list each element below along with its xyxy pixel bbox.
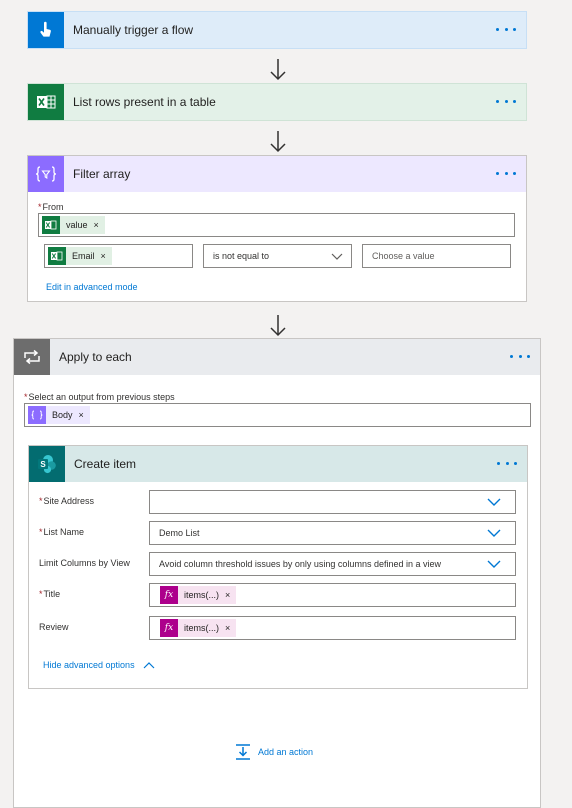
review-label: Review: [39, 622, 69, 632]
list-name-dropdown[interactable]: Demo List: [149, 521, 516, 545]
connector-arrow: [270, 131, 286, 153]
svg-text:S: S: [40, 460, 46, 469]
loop-icon: [14, 339, 50, 375]
connector-arrow: [270, 59, 286, 81]
filter-array-title: Filter array: [73, 167, 131, 181]
excel-icon: [28, 84, 64, 120]
chevron-down-icon: [487, 529, 501, 537]
value-token[interactable]: value ×: [42, 216, 105, 234]
chevron-down-icon: [331, 253, 343, 260]
chevron-up-icon: [143, 662, 155, 669]
condition-value-field[interactable]: Choose a value: [362, 244, 511, 268]
add-action-label: Add an action: [258, 747, 314, 757]
trigger-more-menu[interactable]: [496, 22, 516, 36]
remove-token-icon[interactable]: ×: [225, 590, 236, 600]
filter-braces-icon: [28, 156, 64, 192]
excel-icon: [48, 247, 66, 265]
filter-more-menu[interactable]: [496, 166, 516, 180]
connector-arrow: [270, 315, 286, 337]
title-label: *Title: [39, 589, 61, 599]
select-output-field[interactable]: Body ×: [24, 403, 531, 427]
remove-token-icon[interactable]: ×: [79, 410, 90, 420]
limit-columns-label: Limit Columns by View: [39, 558, 130, 568]
apply-to-each-title: Apply to each: [59, 350, 132, 364]
list-rows-card[interactable]: List rows present in a table: [27, 83, 527, 121]
chevron-down-icon: [487, 560, 501, 568]
list-rows-more-menu[interactable]: [496, 94, 516, 108]
trigger-title: Manually trigger a flow: [73, 23, 194, 37]
create-item-title: Create item: [74, 457, 137, 471]
email-token[interactable]: Email ×: [48, 247, 112, 265]
edit-advanced-mode-link[interactable]: Edit in advanced mode: [46, 282, 138, 292]
trigger-card[interactable]: Manually trigger a flow: [27, 11, 527, 49]
site-address-label: *Site Address: [39, 496, 95, 506]
touch-hand-icon: [28, 12, 64, 48]
condition-left-field[interactable]: Email ×: [44, 244, 193, 268]
remove-token-icon[interactable]: ×: [94, 220, 105, 230]
apply-to-each-card[interactable]: Apply to each *Select an output from pre…: [13, 338, 541, 808]
site-address-dropdown[interactable]: [149, 490, 516, 514]
list-rows-title: List rows present in a table: [73, 95, 216, 109]
fx-icon: fx: [160, 619, 178, 637]
chevron-down-icon: [487, 498, 501, 506]
filter-array-card[interactable]: Filter array *From value × Email × is no…: [27, 155, 527, 302]
fx-icon: fx: [160, 586, 178, 604]
operator-dropdown[interactable]: is not equal to: [203, 244, 352, 268]
remove-token-icon[interactable]: ×: [225, 623, 236, 633]
add-action-icon: [236, 744, 250, 760]
apply-each-more-menu[interactable]: [510, 349, 530, 363]
excel-icon: [42, 216, 60, 234]
create-item-card[interactable]: S Create item *Site Address *List Name D…: [28, 445, 528, 689]
select-output-label: *Select an output from previous steps: [24, 392, 175, 402]
create-item-more-menu[interactable]: [497, 456, 517, 470]
review-field[interactable]: fx items(...) ×: [149, 616, 516, 640]
limit-columns-dropdown[interactable]: Avoid column threshold issues by only us…: [149, 552, 516, 576]
remove-token-icon[interactable]: ×: [101, 251, 112, 261]
sharepoint-icon: S: [29, 446, 65, 482]
expression-token[interactable]: fx items(...) ×: [160, 586, 237, 604]
list-name-label: *List Name: [39, 527, 85, 537]
expression-token[interactable]: fx items(...) ×: [160, 619, 237, 637]
title-field[interactable]: fx items(...) ×: [149, 583, 516, 607]
from-field[interactable]: value ×: [38, 213, 515, 237]
body-token[interactable]: Body ×: [28, 406, 90, 424]
add-action-button[interactable]: Add an action: [234, 743, 313, 761]
from-label: *From: [38, 202, 64, 212]
filter-braces-icon: [28, 406, 46, 424]
hide-advanced-options-link[interactable]: Hide advanced options: [43, 660, 155, 670]
